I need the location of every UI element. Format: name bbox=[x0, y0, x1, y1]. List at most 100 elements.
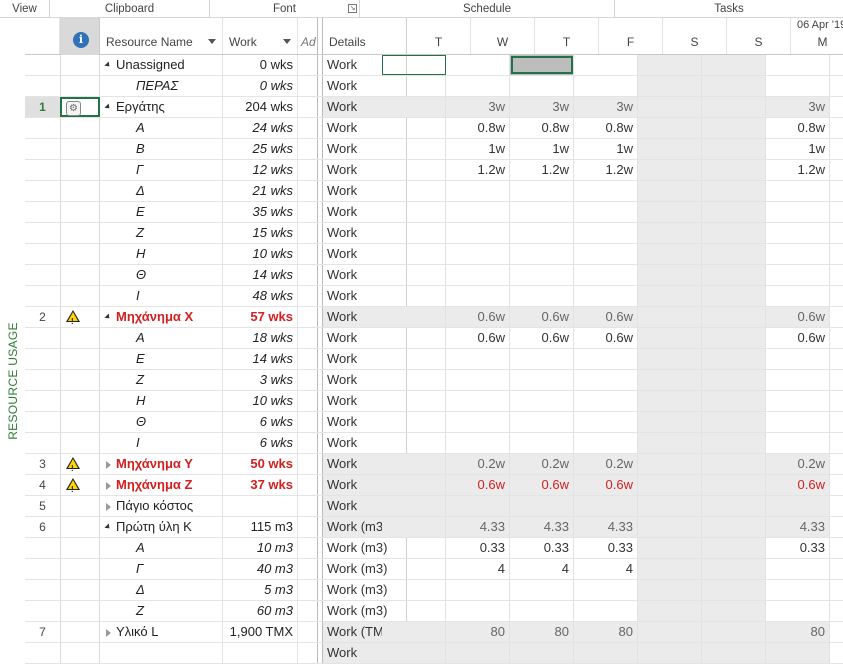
add-column-cell[interactable] bbox=[298, 622, 318, 642]
timephased-cell[interactable] bbox=[638, 370, 702, 390]
add-column-cell[interactable] bbox=[298, 202, 318, 222]
timephased-cell[interactable] bbox=[638, 286, 702, 306]
resource-name-cell[interactable]: Ζ bbox=[100, 370, 223, 390]
timephased-cell[interactable] bbox=[638, 643, 702, 663]
timescale-day-3[interactable]: F bbox=[599, 18, 663, 54]
work-cell[interactable]: 12 wks bbox=[223, 160, 298, 180]
timephased-cell[interactable] bbox=[766, 433, 830, 453]
resource-row[interactable]: Β 25 wks Work 1w 1w 1w 1w bbox=[25, 139, 843, 160]
row-id[interactable]: 2 bbox=[25, 307, 60, 327]
timephased-cell[interactable] bbox=[766, 412, 830, 432]
add-column-cell[interactable] bbox=[298, 286, 318, 306]
work-cell[interactable]: 48 wks bbox=[223, 286, 298, 306]
resource-name-cell[interactable]: Η bbox=[100, 391, 223, 411]
timephased-cell[interactable] bbox=[638, 265, 702, 285]
add-column-cell[interactable] bbox=[298, 580, 318, 600]
work-cell[interactable]: 40 m3 bbox=[223, 559, 298, 579]
timephased-cell[interactable] bbox=[574, 496, 638, 516]
row-id[interactable] bbox=[25, 181, 60, 201]
timephased-cell[interactable]: 3w bbox=[766, 97, 830, 117]
add-column-cell[interactable] bbox=[298, 76, 318, 96]
timephased-cell[interactable] bbox=[766, 580, 830, 600]
timephased-cell[interactable]: 1.2w bbox=[446, 160, 510, 180]
timephased-cell[interactable] bbox=[382, 433, 446, 453]
timephased-cell[interactable] bbox=[382, 328, 446, 348]
timephased-cell[interactable]: 0.6w bbox=[510, 307, 574, 327]
work-cell[interactable]: 0 wks bbox=[223, 76, 298, 96]
timephased-cell[interactable] bbox=[638, 622, 702, 642]
work-cell[interactable]: 1,900 TMX bbox=[223, 622, 298, 642]
resource-name-cell[interactable]: Ζ bbox=[100, 223, 223, 243]
work-cell[interactable]: 115 m3 bbox=[223, 517, 298, 537]
timephased-cell[interactable] bbox=[510, 496, 574, 516]
work-filter-icon[interactable] bbox=[283, 39, 291, 44]
timephased-cell[interactable] bbox=[638, 328, 702, 348]
timephased-cell[interactable] bbox=[702, 307, 766, 327]
timephased-cell[interactable] bbox=[702, 643, 766, 663]
resource-name-cell[interactable]: Η bbox=[100, 244, 223, 264]
row-indicator[interactable] bbox=[60, 391, 100, 411]
timephased-cell[interactable] bbox=[766, 601, 830, 621]
resource-name-cell[interactable]: Γ bbox=[100, 160, 223, 180]
row-id[interactable] bbox=[25, 601, 60, 621]
timephased-cell[interactable]: 0.6w bbox=[574, 328, 638, 348]
resource-row[interactable]: Ε 14 wks Work bbox=[25, 349, 843, 370]
timephased-cell[interactable] bbox=[766, 370, 830, 390]
collapse-icon[interactable] bbox=[104, 103, 112, 111]
resource-name-cell[interactable] bbox=[100, 643, 223, 663]
resource-pool-icon[interactable]: ⚙ bbox=[66, 101, 81, 116]
timephased-cell[interactable] bbox=[638, 181, 702, 201]
timephased-cell[interactable] bbox=[702, 559, 766, 579]
timephased-cell[interactable] bbox=[766, 286, 830, 306]
work-cell[interactable]: 60 m3 bbox=[223, 601, 298, 621]
expand-icon[interactable] bbox=[106, 502, 111, 511]
timephased-cell[interactable]: 0.2w bbox=[510, 454, 574, 474]
resource-name-cell[interactable]: Δ bbox=[100, 181, 223, 201]
row-indicator[interactable] bbox=[60, 118, 100, 138]
timephased-cell[interactable] bbox=[574, 181, 638, 201]
resource-row[interactable]: Γ 12 wks Work 1.2w 1.2w 1.2w 1.2w bbox=[25, 160, 843, 181]
timephased-cell[interactable] bbox=[382, 517, 446, 537]
timescale-day-4[interactable]: S bbox=[663, 18, 727, 54]
resource-row[interactable]: 6 Πρώτη ύλη Κ 115 m3 Work (m3) 4.33 4.33 4.33 4… bbox=[25, 517, 843, 538]
timephased-cell[interactable] bbox=[382, 475, 446, 495]
timephased-cell[interactable] bbox=[382, 160, 446, 180]
timephased-cell[interactable] bbox=[510, 370, 574, 390]
timephased-cell[interactable]: 0.6w bbox=[446, 328, 510, 348]
resource-name-cell[interactable]: Β bbox=[100, 139, 223, 159]
timephased-cell[interactable] bbox=[702, 265, 766, 285]
row-indicator[interactable] bbox=[60, 622, 100, 642]
add-column-cell[interactable] bbox=[298, 517, 318, 537]
row-id[interactable] bbox=[25, 412, 60, 432]
timephased-cell[interactable] bbox=[574, 601, 638, 621]
timephased-cell[interactable] bbox=[638, 517, 702, 537]
timescale-day-6[interactable]: M bbox=[791, 18, 843, 54]
resource-row[interactable]: Α 24 wks Work 0.8w 0.8w 0.8w 0.8w bbox=[25, 118, 843, 139]
timephased-cell[interactable]: 0.33 bbox=[574, 538, 638, 558]
resource-name-cell[interactable]: Α bbox=[100, 328, 223, 348]
timephased-cell[interactable] bbox=[702, 202, 766, 222]
timephased-cell[interactable] bbox=[638, 97, 702, 117]
resource-row[interactable]: Η 10 wks Work bbox=[25, 391, 843, 412]
add-column-cell[interactable] bbox=[298, 244, 318, 264]
row-indicator[interactable] bbox=[60, 559, 100, 579]
timephased-cell[interactable]: 4.33 bbox=[510, 517, 574, 537]
timephased-cell[interactable]: 3w bbox=[510, 97, 574, 117]
work-cell[interactable]: 10 wks bbox=[223, 244, 298, 264]
resource-name-cell[interactable]: Unassigned bbox=[100, 55, 223, 75]
timephased-cell[interactable]: 80 bbox=[574, 622, 638, 642]
timephased-cell[interactable]: 0.33 bbox=[446, 538, 510, 558]
timephased-cell[interactable] bbox=[446, 76, 510, 96]
timephased-cell[interactable] bbox=[702, 580, 766, 600]
work-cell[interactable]: 6 wks bbox=[223, 412, 298, 432]
row-indicator[interactable] bbox=[60, 496, 100, 516]
timephased-cell[interactable] bbox=[574, 76, 638, 96]
work-cell[interactable]: 24 wks bbox=[223, 118, 298, 138]
timephased-cell[interactable] bbox=[574, 391, 638, 411]
timephased-cell[interactable]: 0.2w bbox=[574, 454, 638, 474]
timephased-cell[interactable] bbox=[382, 559, 446, 579]
resource-name-filter-icon[interactable] bbox=[208, 39, 216, 44]
work-cell[interactable] bbox=[223, 496, 298, 516]
row-id[interactable] bbox=[25, 328, 60, 348]
row-indicator[interactable]: ! bbox=[60, 475, 100, 495]
